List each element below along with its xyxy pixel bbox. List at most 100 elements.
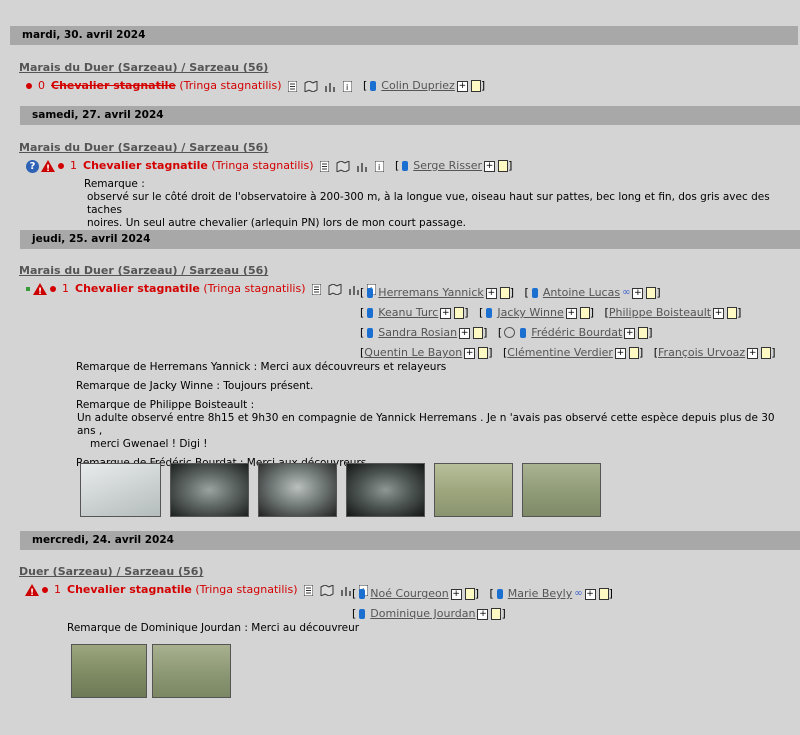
chart-icon[interactable] <box>340 585 352 596</box>
observer-link[interactable]: Colin Dupriez <box>381 79 455 92</box>
photo-thumbnail[interactable] <box>346 463 425 517</box>
list-icon[interactable] <box>288 80 297 92</box>
note-icon[interactable] <box>499 287 510 299</box>
observer-link[interactable]: Philippe Boisteault <box>609 306 711 319</box>
note-icon[interactable] <box>646 287 657 299</box>
map-icon[interactable] <box>328 283 342 295</box>
note-icon[interactable] <box>498 160 509 172</box>
location-link[interactable]: Duer (Sarzeau) / Sarzeau (56) <box>19 565 203 578</box>
info-icon[interactable]: i <box>374 160 384 172</box>
question-icon: ? <box>26 159 39 173</box>
chart-icon[interactable] <box>324 81 336 92</box>
plus-icon[interactable]: + <box>614 347 626 359</box>
remark-text: observé sur le côté droit de l'observato… <box>87 191 770 216</box>
clock-icon <box>504 327 516 338</box>
red-dot-icon <box>50 285 56 292</box>
observer-link[interactable]: Jacky Winne <box>497 306 563 319</box>
map-icon[interactable] <box>336 160 350 172</box>
observer-link[interactable]: Keanu Turc <box>378 306 438 319</box>
observer-link[interactable]: Antoine Lucas <box>543 286 620 299</box>
observer-link[interactable]: Sandra Rosian <box>378 326 457 339</box>
plus-icon[interactable]: + <box>440 307 452 319</box>
observer-link[interactable]: Clémentine Verdier <box>507 346 613 359</box>
chart-icon[interactable] <box>348 284 360 295</box>
plus-icon[interactable]: + <box>484 160 496 172</box>
scientific-name: (Tringa stagnatilis) <box>179 79 282 92</box>
plus-icon[interactable]: + <box>485 287 497 299</box>
observation-row: ? 1 Chevalier stagnatile (Tringa stagnatil… <box>26 158 512 177</box>
location-link[interactable]: Marais du Duer (Sarzeau) / Sarzeau (56) <box>19 264 268 277</box>
plus-icon[interactable]: + <box>456 80 468 92</box>
observer-link[interactable]: Marie Beyly <box>508 587 572 600</box>
note-icon[interactable] <box>473 327 484 339</box>
observer-link[interactable]: Noé Courgeon <box>370 587 448 600</box>
red-dot-icon <box>26 82 32 89</box>
note-icon[interactable] <box>454 307 465 319</box>
svg-text:i: i <box>346 83 348 92</box>
red-dot-icon <box>42 586 48 593</box>
location-link[interactable]: Marais du Duer (Sarzeau) / Sarzeau (56) <box>19 61 268 74</box>
mobile-icon <box>359 588 366 599</box>
plus-icon[interactable]: + <box>565 307 577 319</box>
count: 1 <box>62 282 69 295</box>
photo-thumbnail[interactable] <box>80 463 161 517</box>
photo-thumbnail[interactable] <box>434 463 513 517</box>
photo-thumbnail[interactable] <box>152 644 231 698</box>
plus-icon[interactable]: + <box>464 347 476 359</box>
observer-list: [Noé Courgeon +] [Marie Beyly ∞ +] [Dominiq… <box>352 584 613 624</box>
remark-label: Remarque : <box>84 178 145 190</box>
remark-text: Remarque de Herremans Yannick : Merci au… <box>76 361 447 373</box>
observer-link[interactable]: Quentin Le Bayon <box>364 346 462 359</box>
photo-thumbnail[interactable] <box>522 463 601 517</box>
map-icon[interactable] <box>304 80 318 92</box>
note-icon[interactable] <box>579 307 590 319</box>
location-link[interactable]: Marais du Duer (Sarzeau) / Sarzeau (56) <box>19 141 268 154</box>
observer-link[interactable]: François Urvoaz <box>658 346 745 359</box>
list-icon[interactable] <box>320 160 329 172</box>
plus-icon[interactable]: + <box>459 327 471 339</box>
chart-icon[interactable] <box>356 161 368 172</box>
observer-link[interactable]: Dominique Jourdan <box>370 607 475 620</box>
observer-link[interactable]: Frédéric Bourdat <box>531 326 622 339</box>
photo-thumbnail[interactable] <box>258 463 337 517</box>
plus-icon[interactable]: + <box>632 287 644 299</box>
photo-thumbnail[interactable] <box>71 644 147 698</box>
remark-text: merci Gwenael ! Digi ! <box>90 438 208 450</box>
day-header: mercredi, 24. avril 2024 <box>20 531 800 550</box>
note-icon[interactable] <box>491 608 502 620</box>
note-icon[interactable] <box>761 347 772 359</box>
link-icon[interactable]: ∞ <box>574 584 582 604</box>
plus-icon[interactable]: + <box>584 588 596 600</box>
plus-icon[interactable]: + <box>747 347 759 359</box>
plus-icon[interactable]: + <box>713 307 725 319</box>
photo-gallery <box>80 463 601 517</box>
observer-link[interactable]: Serge Risser <box>413 159 482 172</box>
note-icon[interactable] <box>470 80 481 92</box>
mobile-icon <box>370 80 377 91</box>
info-icon[interactable]: i <box>342 80 352 92</box>
list-icon[interactable] <box>304 584 313 596</box>
plus-icon[interactable]: + <box>450 588 462 600</box>
mobile-icon <box>367 287 374 298</box>
link-icon[interactable]: ∞ <box>622 283 630 303</box>
species-name[interactable]: Chevalier stagnatile <box>51 79 176 92</box>
species-name[interactable]: Chevalier stagnatile <box>67 583 192 596</box>
note-icon[interactable] <box>628 347 639 359</box>
list-icon[interactable] <box>312 283 321 295</box>
count: 1 <box>54 583 61 596</box>
photo-gallery <box>71 644 231 698</box>
note-icon[interactable] <box>727 307 738 319</box>
note-icon[interactable] <box>478 347 489 359</box>
species-name[interactable]: Chevalier stagnatile <box>75 282 200 295</box>
note-icon[interactable] <box>464 588 475 600</box>
observation-row: 1 Chevalier stagnatile (Tringa stagnatili… <box>25 582 368 601</box>
note-icon[interactable] <box>598 588 609 600</box>
photo-thumbnail[interactable] <box>170 463 249 517</box>
observer-link[interactable]: Herremans Yannick <box>378 286 483 299</box>
map-icon[interactable] <box>320 584 334 596</box>
mobile-icon <box>402 160 409 171</box>
species-name[interactable]: Chevalier stagnatile <box>83 159 208 172</box>
plus-icon[interactable]: + <box>477 608 489 620</box>
plus-icon[interactable]: + <box>624 327 636 339</box>
note-icon[interactable] <box>638 327 649 339</box>
